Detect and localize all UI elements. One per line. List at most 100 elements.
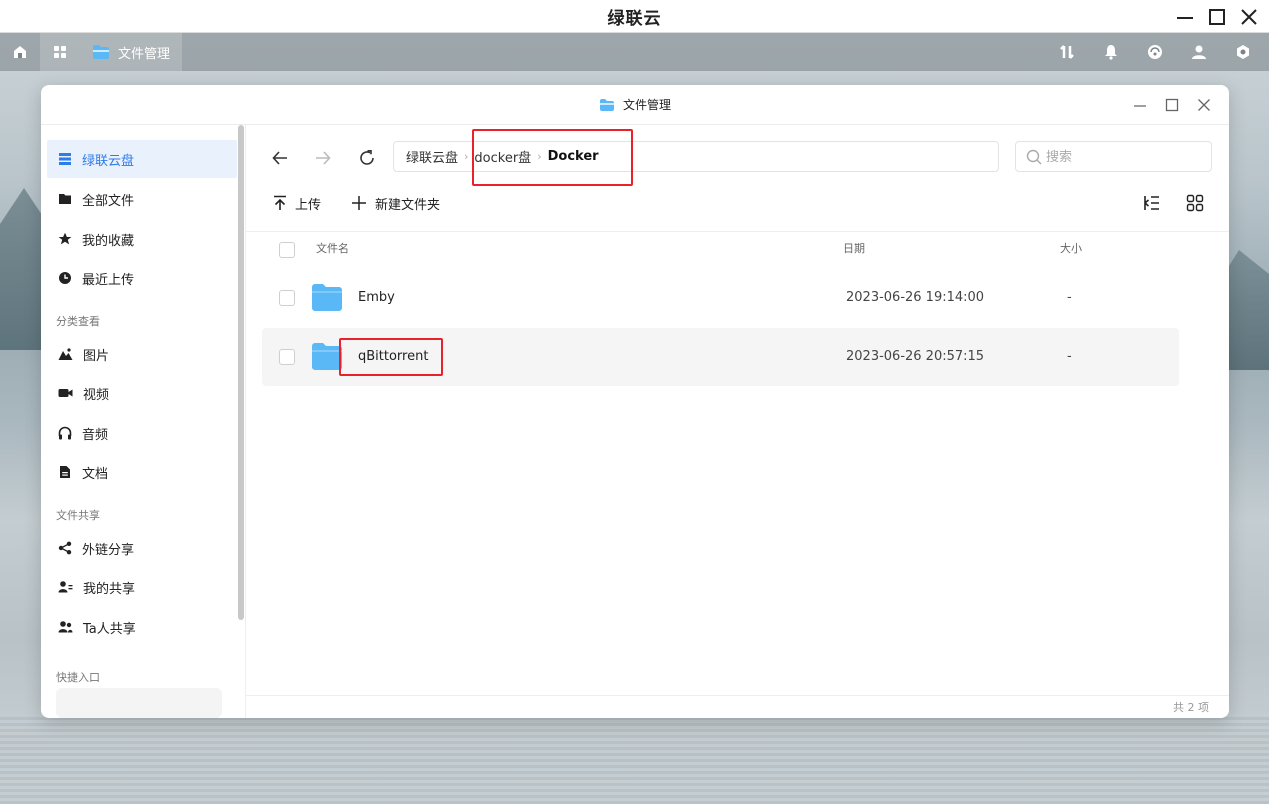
maximize-icon: [1165, 98, 1179, 112]
search-icon: [1026, 149, 1042, 164]
os-maximize-button[interactable]: [1205, 5, 1229, 29]
search-input[interactable]: [1046, 149, 1196, 164]
breadcrumb-current[interactable]: Docker: [548, 149, 599, 164]
home-button[interactable]: [0, 33, 40, 71]
sidebar-section-share: 文件共享: [56, 509, 100, 522]
arrow-right-icon: [316, 151, 331, 165]
sidebar-section-quick: 快捷入口: [56, 671, 100, 684]
sidebar: 绿联云盘 全部文件 我的收藏 最近上传 分类查看 图片 视频 音频 文档 文件共…: [41, 125, 246, 718]
taskbar-tray: [1047, 33, 1263, 71]
sidebar-item-label: 我的收藏: [82, 233, 135, 249]
file-size: -: [1067, 290, 1072, 305]
chevron-right-icon: ›: [464, 150, 469, 163]
network-button[interactable]: [1135, 33, 1175, 71]
sidebar-item-audio[interactable]: 音频: [47, 414, 237, 452]
notification-button[interactable]: [1091, 33, 1131, 71]
sidebar-item-label: 全部文件: [82, 193, 135, 209]
background-sea: [0, 714, 1269, 804]
minimize-icon: [1134, 105, 1146, 107]
upload-icon: [274, 195, 286, 210]
sidebar-item-label: 外链分享: [82, 542, 135, 558]
settings-icon: [1237, 45, 1249, 59]
user-button[interactable]: [1179, 33, 1219, 71]
select-all-checkbox[interactable]: [279, 242, 295, 258]
window-maximize-button[interactable]: [1163, 96, 1181, 114]
upload-button[interactable]: 上传: [273, 190, 321, 216]
sidebar-item-label: Ta人共享: [83, 621, 136, 637]
plus-icon: [352, 196, 366, 210]
sidebar-item-video[interactable]: 视频: [47, 374, 237, 412]
os-titlebar: 绿联云: [0, 0, 1269, 33]
transfer-button[interactable]: [1047, 33, 1087, 71]
sidebar-item-ugreen-cloud[interactable]: 绿联云盘: [47, 140, 237, 178]
sidebar-item-all-files[interactable]: 全部文件: [47, 180, 237, 218]
taskbar-app-label: 文件管理: [118, 46, 171, 62]
file-name[interactable]: Emby: [358, 290, 395, 305]
image-icon: [58, 348, 73, 360]
breadcrumb-item[interactable]: docker盘: [474, 147, 531, 166]
maximize-icon: [1209, 8, 1225, 25]
row-checkbox[interactable]: [279, 349, 295, 365]
window-controls: [1131, 85, 1213, 125]
taskbar-app-file-manager[interactable]: 文件管理: [80, 33, 183, 71]
table-row[interactable]: qBittorrent 2023-06-26 20:57:15 -: [262, 328, 1179, 386]
sidebar-scrollbar[interactable]: [238, 125, 244, 620]
os-close-button[interactable]: [1237, 5, 1261, 29]
sidebar-item-label: 绿联云盘: [82, 153, 135, 169]
sidebar-item-images[interactable]: 图片: [47, 335, 237, 373]
breadcrumb-item[interactable]: 绿联云盘: [406, 147, 458, 166]
column-header-name[interactable]: 文件名: [316, 240, 349, 256]
grid-view-icon: [1186, 194, 1204, 212]
file-size: -: [1067, 349, 1072, 364]
sidebar-item-label: 图片: [83, 348, 110, 364]
os-minimize-button[interactable]: [1173, 5, 1197, 29]
document-icon: [60, 466, 70, 478]
taskbar: 文件管理: [0, 33, 1269, 71]
users-icon: [58, 621, 73, 633]
close-icon: [1198, 99, 1210, 111]
sidebar-section-category: 分类查看: [56, 315, 100, 328]
bell-icon: [1105, 45, 1117, 60]
column-header-date[interactable]: 日期: [843, 240, 865, 256]
upload-label: 上传: [295, 197, 322, 213]
list-view-icon: [1144, 196, 1159, 210]
sidebar-item-favorites[interactable]: 我的收藏: [47, 220, 237, 258]
row-checkbox[interactable]: [279, 290, 295, 306]
window-close-button[interactable]: [1195, 96, 1213, 114]
sidebar-item-others-shares[interactable]: Ta人共享: [47, 608, 237, 646]
column-header-size[interactable]: 大小: [1060, 240, 1082, 256]
sidebar-item-my-shares[interactable]: 我的共享: [47, 568, 237, 606]
search-box: [1015, 141, 1212, 172]
file-icon: [59, 194, 71, 204]
file-name[interactable]: qBittorrent: [358, 349, 428, 364]
grid-view-button[interactable]: [1182, 190, 1208, 216]
apps-button[interactable]: [40, 33, 80, 71]
sidebar-item-link-share[interactable]: 外链分享: [47, 529, 237, 567]
refresh-button[interactable]: [354, 145, 380, 171]
back-button[interactable]: [267, 145, 293, 171]
folder-icon: [599, 98, 614, 111]
window-minimize-button[interactable]: [1131, 96, 1149, 114]
sidebar-item-label: 文档: [82, 466, 109, 482]
main-content: 绿联云盘 › docker盘 › Docker 上传 新建文件夹 文件名 日期 …: [246, 125, 1229, 718]
settings-button[interactable]: [1223, 33, 1263, 71]
sidebar-item-label: 视频: [83, 387, 110, 403]
sidebar-quick-access[interactable]: [56, 688, 222, 718]
sidebar-item-documents[interactable]: 文档: [47, 453, 237, 491]
minimize-icon: [1177, 16, 1193, 19]
list-view-button[interactable]: [1139, 190, 1165, 216]
sidebar-item-recent-uploads[interactable]: 最近上传: [47, 259, 237, 297]
table-row[interactable]: Emby 2023-06-26 19:14:00 -: [262, 269, 1179, 327]
grid-icon: [54, 46, 66, 58]
sidebar-item-label: 我的共享: [83, 581, 136, 597]
forward-button[interactable]: [310, 145, 336, 171]
headphones-icon: [58, 426, 72, 440]
new-folder-button[interactable]: 新建文件夹: [351, 190, 440, 216]
sidebar-item-label: 音频: [82, 427, 109, 443]
share-icon: [58, 541, 72, 555]
item-count: 共 2 项: [246, 695, 1229, 718]
sidebar-item-label: 最近上传: [82, 272, 135, 288]
os-title: 绿联云: [607, 8, 662, 29]
os-window-controls: [1173, 0, 1261, 33]
video-icon: [58, 389, 73, 397]
